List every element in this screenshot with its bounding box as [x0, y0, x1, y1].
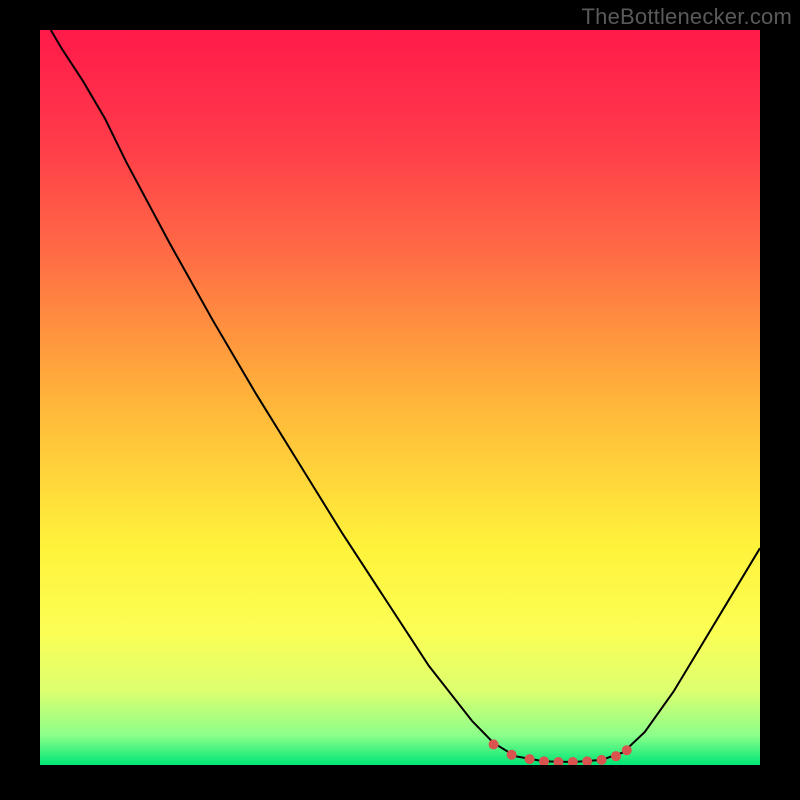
marker-dot: [597, 755, 607, 765]
attribution-text: TheBottlenecker.com: [582, 4, 792, 30]
bottleneck-chart: [40, 30, 760, 765]
chart-svg: [40, 30, 760, 765]
marker-dot: [525, 754, 535, 764]
marker-dot: [507, 750, 517, 760]
marker-dot: [622, 745, 632, 755]
marker-dot: [489, 739, 499, 749]
marker-dot: [611, 751, 621, 761]
chart-background: [40, 30, 760, 765]
